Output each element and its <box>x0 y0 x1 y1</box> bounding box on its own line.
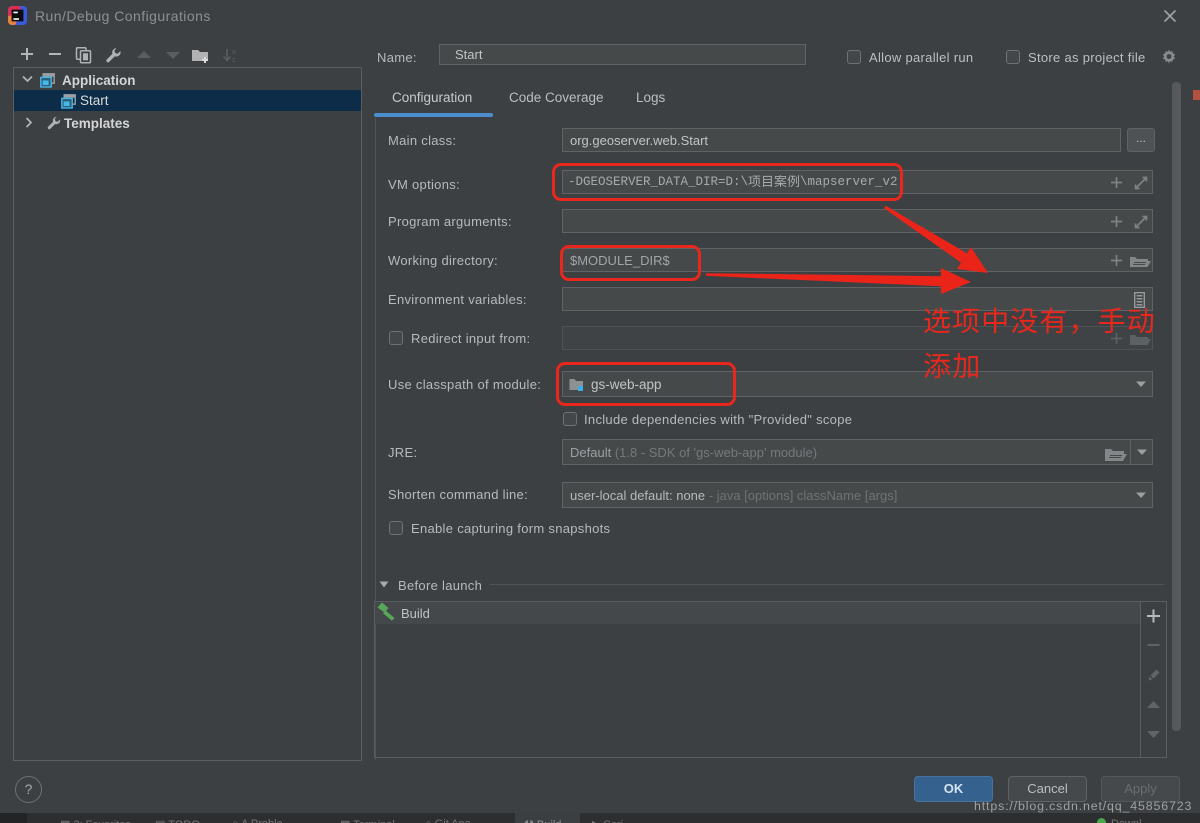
svg-text:z: z <box>232 57 236 64</box>
svg-text:a: a <box>232 49 236 56</box>
